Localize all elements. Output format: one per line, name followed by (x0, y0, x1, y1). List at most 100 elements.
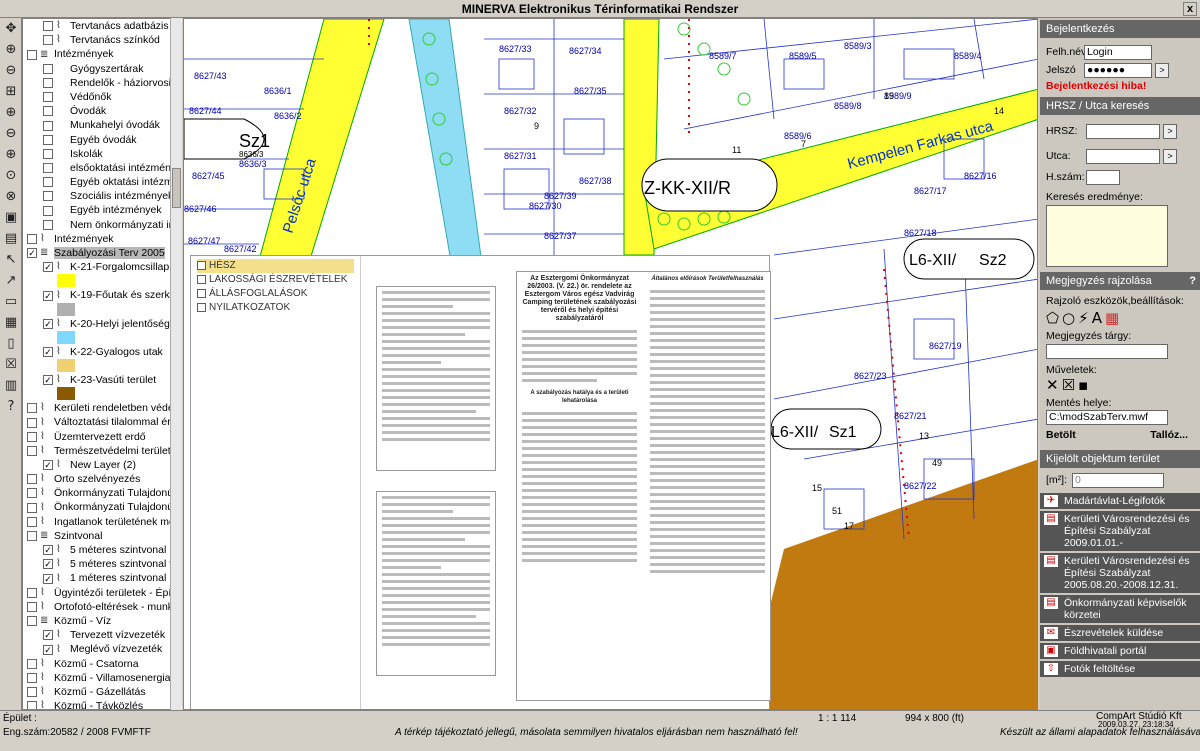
layer-item[interactable]: Rendelők - háziorvosi, f (23, 76, 181, 90)
layer-checkbox[interactable] (43, 92, 53, 103)
layer-checkbox[interactable] (43, 120, 53, 131)
layer-checkbox[interactable]: ✓ (43, 545, 53, 556)
measure-icon[interactable]: ▭ (2, 293, 20, 311)
color-palette-icon[interactable]: ▦ (1105, 309, 1119, 327)
layer-checkbox[interactable] (27, 601, 37, 612)
layer-item[interactable]: ≣ Közmű - Víz (23, 614, 181, 628)
layer-item[interactable]: Munkahelyi óvodák (23, 118, 181, 132)
layer-item[interactable]: Egyéb oktatási intézmény (23, 175, 181, 189)
hrsz-search-button[interactable]: > (1163, 124, 1178, 139)
link-item[interactable]: ⇧ Fotók feltöltése (1040, 661, 1200, 677)
layer-item[interactable]: ⌇ Tervtanács adatbázis (23, 19, 181, 33)
layer-checkbox[interactable]: ✓ (43, 460, 53, 471)
layer-item[interactable]: ✓ ⌇ 5 méteres szintvonal (23, 543, 181, 557)
layer-checkbox[interactable]: ✓ (43, 290, 53, 301)
select-icon[interactable]: ↖ (2, 251, 20, 269)
layer-item[interactable]: ⌇ Orto szelvényezés (23, 472, 181, 486)
hrsz-input[interactable] (1086, 124, 1160, 139)
delete-icon[interactable]: ✕ (1046, 376, 1059, 394)
layer-checkbox[interactable] (27, 531, 37, 542)
load-button[interactable]: Betölt (1046, 429, 1076, 441)
layer-checkbox[interactable]: ✓ (43, 630, 53, 641)
layer-checkbox[interactable] (27, 417, 37, 428)
layer-item[interactable]: ✓ ⌇ New Layer (2) (23, 458, 181, 472)
document-pages[interactable]: Az Esztergomi Önkormányzat 26/2003. (V. … (366, 256, 771, 709)
layer-item[interactable]: ⌇ Közmű - Gázellátás (23, 685, 181, 699)
layer-checkbox[interactable] (27, 658, 37, 669)
layer-item[interactable]: elsőoktatási intézmények (23, 161, 181, 175)
link-item[interactable]: ▤ Kerületi Városrendezési és Építési Szab… (1040, 553, 1200, 593)
document-list-item[interactable]: NYILATKOZATOK (197, 301, 354, 315)
layer-checkbox[interactable]: ✓ (43, 346, 53, 357)
layer-checkbox[interactable] (27, 516, 37, 527)
layer-checkbox[interactable] (43, 63, 53, 74)
layer-checkbox[interactable] (43, 219, 53, 230)
layer-checkbox[interactable] (27, 616, 37, 627)
link-item[interactable]: ✈ Madártávlat-Légifotók (1040, 493, 1200, 509)
layer-checkbox[interactable] (27, 701, 37, 709)
layer-checkbox[interactable] (43, 177, 53, 188)
layer-checkbox[interactable] (27, 502, 37, 513)
layer-item[interactable]: ⌇ Önkormányzati Tulajdonú in (23, 500, 181, 514)
help-icon[interactable]: ? (1189, 272, 1196, 290)
layer-item[interactable]: ✓ ⌇ 1 méteres szintvonal (23, 571, 181, 585)
link-item[interactable]: ✉ Észrevételek küldése (1040, 625, 1200, 641)
layer-checkbox[interactable] (27, 403, 37, 414)
pan-icon[interactable]: ✥ (2, 20, 20, 38)
line-tool-icon[interactable]: ⚡ (1078, 309, 1089, 327)
layer-item[interactable]: ⌇ Ügyintézői területek - Építés (23, 586, 181, 600)
export-icon[interactable]: ☒ (2, 356, 20, 374)
deselect-icon[interactable]: ↗ (2, 272, 20, 290)
identify-icon[interactable]: ▦ (2, 314, 20, 332)
zoom-out-icon[interactable]: ⊖ (2, 62, 20, 80)
layer-item[interactable]: ≣ Intézmények (23, 47, 181, 61)
browse-button[interactable]: Tallóz... (1150, 429, 1188, 441)
layer-checkbox[interactable] (43, 77, 53, 88)
login-button[interactable]: > (1155, 63, 1170, 78)
layer-item[interactable]: ≣ Szintvonal (23, 529, 181, 543)
layer-item[interactable]: ⌇ Üzemtervezett erdő (23, 430, 181, 444)
layer-checkbox[interactable]: ✓ (43, 573, 53, 584)
layer-item[interactable]: ✓ ⌇ Tervezett vízvezeték (23, 628, 181, 642)
house-number-input[interactable] (1086, 170, 1120, 185)
document-list-item[interactable]: ÁLLÁSFOGLALÁSOK (197, 287, 354, 301)
layer-checkbox[interactable] (27, 234, 37, 245)
layer-item[interactable]: ⌇ Természetvédelmi terület (23, 444, 181, 458)
document-list-item[interactable]: HÉSZ (197, 259, 354, 273)
link-item[interactable]: ▤ Önkormányzati képviselők körzetei (1040, 595, 1200, 623)
document-list-item[interactable]: LAKOSSÁGI ÉSZREVÉTELEK (197, 273, 354, 287)
doc-page-main[interactable]: Az Esztergomi Önkormányzat 26/2003. (V. … (516, 271, 771, 701)
password-field[interactable]: ●●●●●● (1084, 63, 1152, 78)
close-icon[interactable]: x (1183, 2, 1197, 16)
layer-item[interactable]: ✓ ⌇ K-19-Főutak és szerkez (23, 288, 181, 302)
layer-item[interactable]: Egyéb intézmények (23, 203, 181, 217)
layer-checkbox[interactable] (43, 106, 53, 117)
layer-item[interactable]: ✓ ⌇ K-20-Helyi jelentőségű g (23, 317, 181, 331)
layer-item[interactable]: Védőnők (23, 90, 181, 104)
layer-checkbox[interactable] (43, 163, 53, 174)
search-results[interactable] (1046, 205, 1168, 267)
layer-checkbox[interactable]: ✓ (43, 644, 53, 655)
print-icon[interactable]: ▯ (2, 335, 20, 353)
zoom-extent-icon[interactable]: ⊙ (2, 167, 20, 185)
help-icon[interactable]: ? (2, 398, 20, 416)
layer-item[interactable]: Gyógyszertárak (23, 62, 181, 76)
polygon-tool-icon[interactable]: ⬠ (1046, 309, 1059, 327)
layer-item[interactable]: ⌇ Kerületi rendeletben védett (23, 401, 181, 415)
layer-item[interactable]: ⌇ Közmű - Csatorna (23, 657, 181, 671)
layer-checkbox[interactable] (27, 587, 37, 598)
layer-checkbox[interactable]: ✓ (43, 375, 53, 386)
layer-tree-scrollbar[interactable] (170, 18, 182, 710)
layer-item[interactable]: ⌇ Közmű - Villamosenergia (23, 671, 181, 685)
layer-item[interactable]: Óvodák (23, 104, 181, 118)
save-path-input[interactable]: C:\modSzabTerv.mwf (1046, 410, 1168, 425)
clear-icon[interactable]: ☒ (1062, 376, 1075, 394)
doc-page-thumb-2[interactable] (376, 491, 496, 676)
layer-checkbox[interactable] (27, 474, 37, 485)
doc-page-thumb-1[interactable] (376, 286, 496, 471)
link-item[interactable]: ▤ Kerületi Városrendezési és Építési Szab… (1040, 511, 1200, 551)
layer-item[interactable]: Szociális intézmények (23, 189, 181, 203)
layer-checkbox[interactable]: ✓ (27, 248, 37, 259)
layer-item[interactable]: ⌇ Változtatási tilalommal érinte (23, 415, 181, 429)
layer-checkbox[interactable] (27, 49, 37, 60)
